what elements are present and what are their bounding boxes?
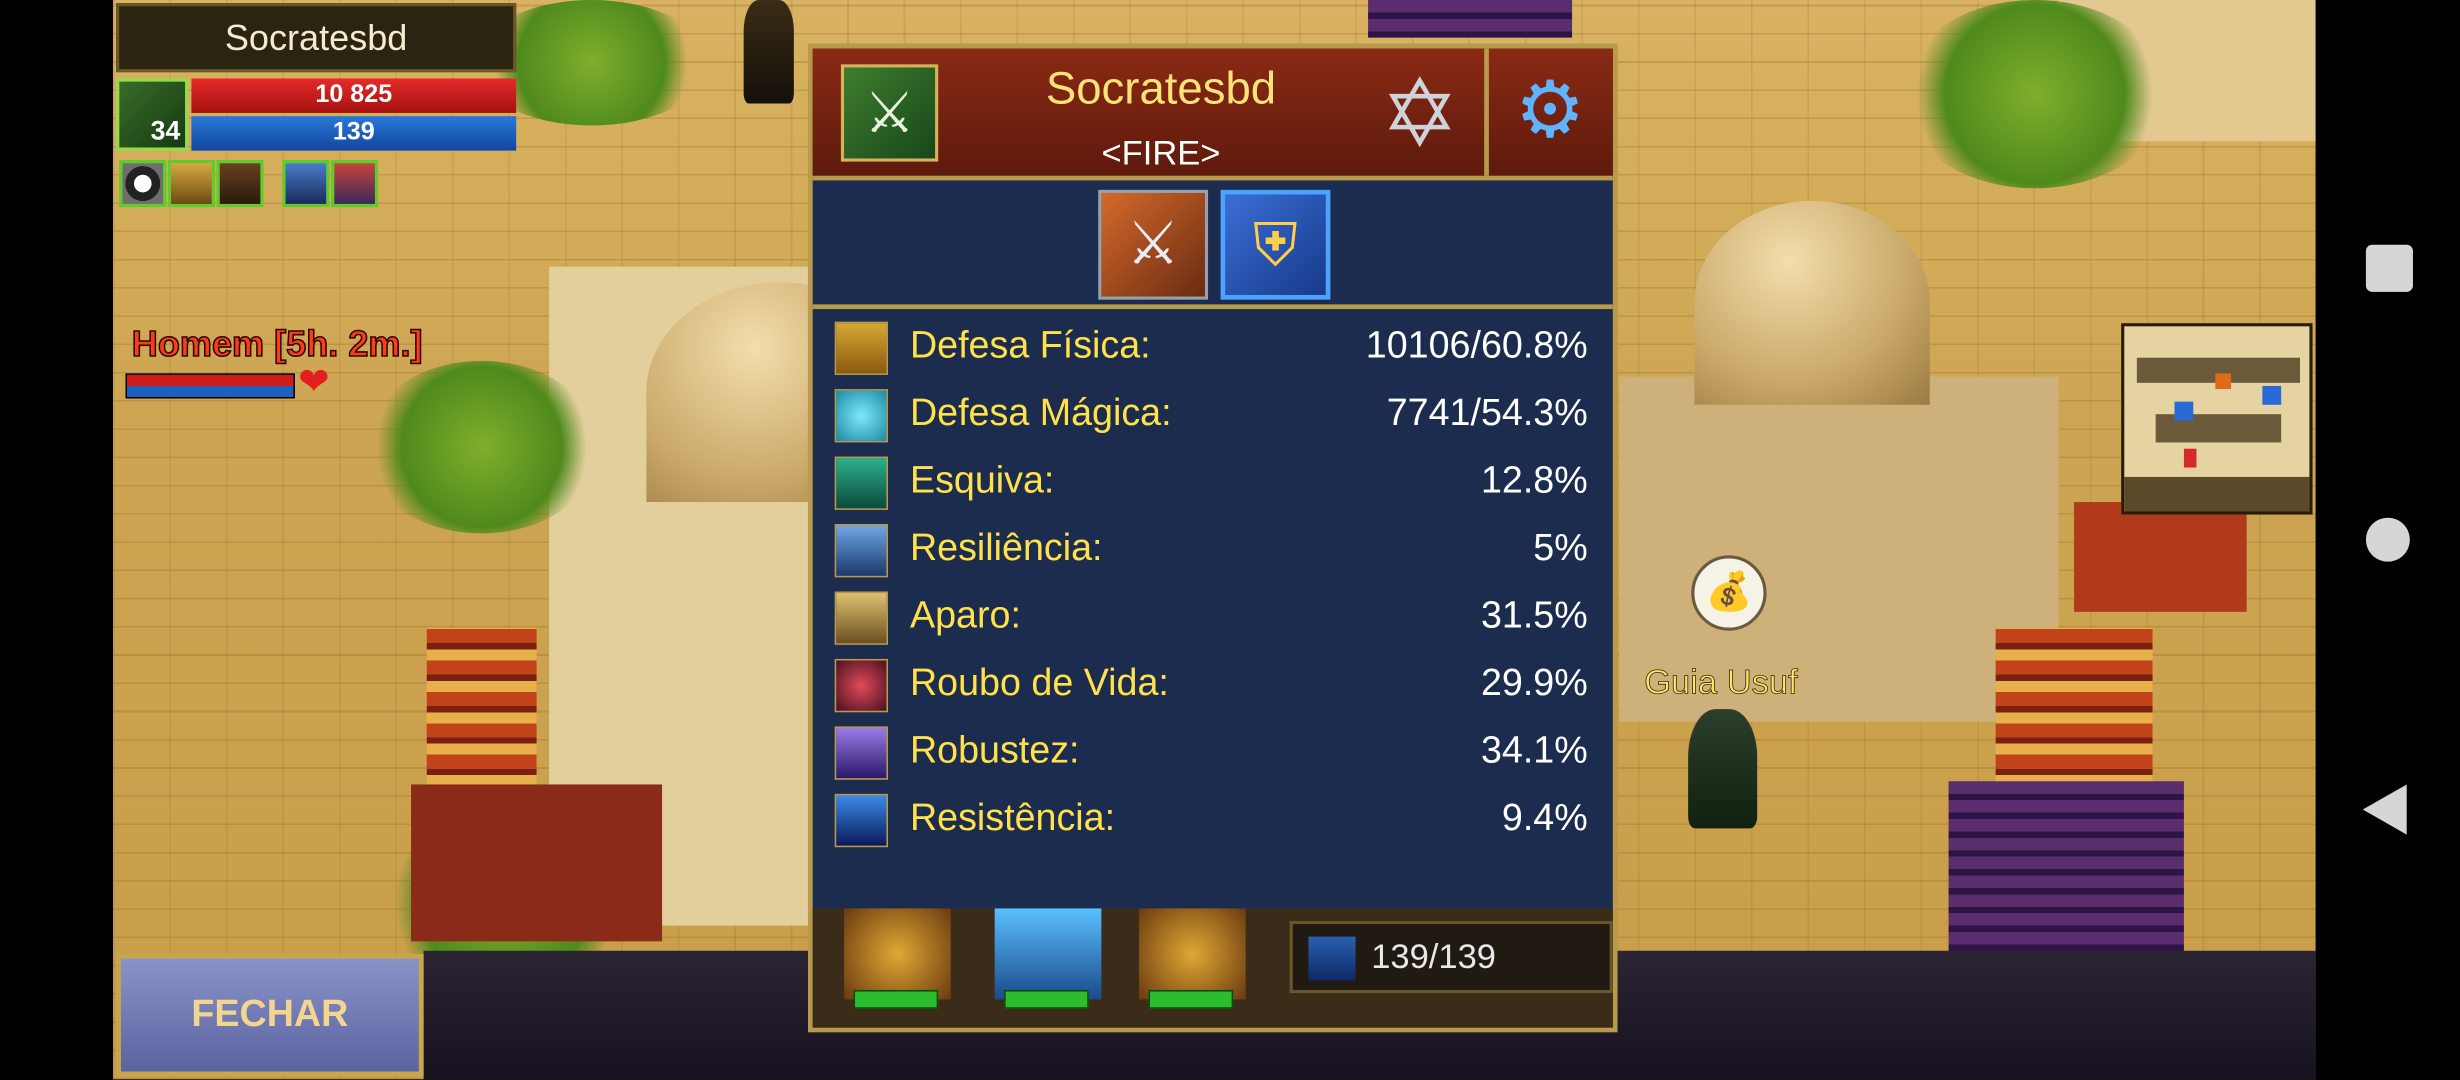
- stat-row: Robustez: 34.1%: [813, 720, 1613, 787]
- character-stats-panel: ⚔ Socratesbd <FIRE> ✡ ⚙ ⚔ ⛨ Defesa Físic…: [807, 43, 1618, 1033]
- stat-row: Esquiva: 12.8%: [813, 450, 1613, 517]
- durability-bar: [853, 989, 939, 1009]
- yin-yang-buff-icon[interactable]: [119, 160, 167, 208]
- mana-wave-icon: [1308, 936, 1356, 981]
- stat-label: Roubo de Vida:: [909, 662, 1169, 705]
- panel-tabs: ⚔ ⛨: [812, 180, 1613, 310]
- blades-buff-icon[interactable]: [331, 160, 379, 208]
- stat-label: Defesa Mágica:: [909, 392, 1172, 435]
- helmet-item-icon[interactable]: [1139, 908, 1246, 1009]
- stat-value: 5%: [1533, 527, 1588, 570]
- target-health-bar: [125, 373, 295, 399]
- target-name[interactable]: Homem [5h. 2m.]: [131, 322, 423, 365]
- npc-character[interactable]: [1688, 709, 1758, 829]
- stat-value: 29.9%: [1480, 662, 1588, 705]
- parry-icon: [834, 591, 888, 645]
- swords-buff-icon[interactable]: [282, 160, 330, 208]
- player-character[interactable]: [743, 0, 794, 104]
- resistance-icon: [834, 793, 888, 848]
- stat-row: Resiliência: 5%: [813, 518, 1613, 585]
- durability-bar: [1148, 989, 1234, 1009]
- stat-row: Aparo: 31.5%: [813, 585, 1613, 652]
- stat-row: Resistência: 9.4%: [813, 788, 1613, 855]
- palm-tree: [1901, 0, 2169, 189]
- npc-name[interactable]: Guia Usuf: [1644, 662, 1798, 703]
- stat-row: Defesa Mágica: 7741/54.3%: [813, 383, 1613, 450]
- stat-label: Resiliência:: [909, 527, 1103, 570]
- minimap-house-icon: [2174, 401, 2194, 421]
- life-steal-icon: [834, 658, 888, 713]
- minimap[interactable]: [2121, 323, 2313, 515]
- beast-buff-icon[interactable]: [216, 160, 264, 208]
- stat-row: Roubo de Vida: 29.9%: [813, 653, 1613, 720]
- stat-row: Defesa Física: 10106/60.8%: [813, 315, 1613, 382]
- minimap-house-icon: [2262, 385, 2282, 405]
- minimap-wall: [2124, 476, 2310, 512]
- panel-player-name: Socratesbd: [1045, 64, 1277, 115]
- stat-value: 31.5%: [1480, 594, 1588, 637]
- player-hp-bar: 10 825: [191, 78, 517, 113]
- red-tent: [2074, 502, 2247, 612]
- equipment-strip: 139/139: [812, 908, 1613, 1028]
- left-letterbox: [0, 0, 113, 1080]
- game-screen: Socratesbd 34 10 825 139 Homem [5h. 2m.]…: [0, 0, 2460, 1080]
- market-stall: [411, 784, 663, 942]
- magic-defense-icon: [834, 389, 888, 443]
- home-button[interactable]: [2365, 517, 2410, 562]
- tab-defense-helmet-icon[interactable]: ⛨: [1220, 189, 1331, 300]
- panel-guild-tag: <FIRE>: [1101, 133, 1221, 173]
- merchant-bubble-icon[interactable]: 💰: [1691, 555, 1767, 631]
- physical-defense-icon: [834, 321, 888, 375]
- stat-value: 34.1%: [1480, 729, 1588, 772]
- palm-tree: [363, 360, 600, 534]
- star-emblem-icon[interactable]: ✡: [1365, 61, 1475, 168]
- helmet-item-icon[interactable]: [844, 908, 951, 1009]
- stat-label: Aparo:: [909, 594, 1021, 637]
- purple-carpet: [1948, 781, 2184, 954]
- close-button[interactable]: FECHAR: [116, 953, 424, 1077]
- dome-right: [1694, 200, 1930, 405]
- back-button[interactable]: [2362, 784, 2407, 835]
- shield-buff-icon[interactable]: [167, 160, 215, 208]
- mana-readout: 139/139: [1289, 920, 1613, 994]
- durability-bar: [1004, 989, 1089, 1009]
- panel-header: ⚔ Socratesbd <FIRE> ✡ ⚙: [812, 48, 1613, 181]
- stat-value: 7741/54.3%: [1386, 392, 1588, 435]
- gear-icon: ⚙: [1514, 65, 1586, 154]
- recent-apps-button[interactable]: [2365, 244, 2413, 292]
- dodge-icon: [834, 456, 888, 510]
- player-name: Socratesbd: [116, 3, 517, 73]
- stat-label: Esquiva:: [909, 459, 1055, 503]
- stat-label: Robustez:: [909, 729, 1080, 772]
- stat-label: Resistência:: [909, 797, 1116, 840]
- minimap-quest-icon: [2215, 373, 2231, 390]
- striped-awning: [1995, 627, 2153, 801]
- player-level: 34: [150, 116, 181, 146]
- purple-awning: [1368, 0, 1573, 38]
- crossed-swords-class-icon: ⚔: [840, 64, 939, 162]
- settings-button[interactable]: ⚙: [1484, 48, 1613, 176]
- mana-value: 139/139: [1371, 936, 1496, 976]
- stat-value: 12.8%: [1480, 459, 1588, 503]
- stat-value: 10106/60.8%: [1365, 324, 1588, 368]
- robustness-icon: [834, 726, 888, 780]
- heart-icon: ❤: [298, 360, 330, 404]
- tab-attack-swords-icon[interactable]: ⚔: [1098, 189, 1209, 300]
- stat-value: 9.4%: [1501, 797, 1588, 840]
- boots-item-icon[interactable]: [994, 908, 1102, 1009]
- resilience-icon: [834, 524, 888, 578]
- stat-label: Defesa Física:: [909, 324, 1151, 368]
- minimap-player-icon: [2183, 448, 2197, 468]
- player-mp-bar: 139: [191, 116, 517, 151]
